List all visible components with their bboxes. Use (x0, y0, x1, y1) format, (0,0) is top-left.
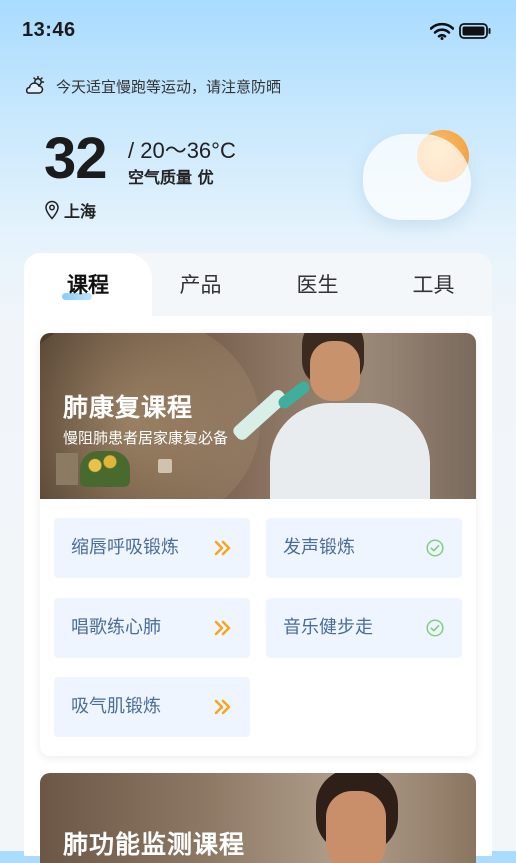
course-item-pursed-lip-breathing[interactable]: 缩唇呼吸锻炼 (54, 518, 250, 578)
tab-label: 产品 (179, 273, 222, 297)
course-item-vocal-exercise[interactable]: 发声锻炼 (266, 518, 462, 578)
course-card: 肺康复课程 慢阻肺患者居家康复必备 缩唇呼吸锻炼 发声锻炼 唱歌练心肺 音乐健步… (40, 333, 476, 756)
double-chevron-right-icon (214, 620, 231, 636)
course-item-label: 唱歌练心肺 (71, 617, 161, 638)
banner-wall-socket (158, 459, 172, 473)
cloud-sun-icon (25, 76, 45, 94)
tab-label: 工具 (412, 273, 455, 297)
location[interactable]: 上海 (44, 198, 96, 222)
tab-label: 课程 (67, 273, 109, 297)
location-name: 上海 (64, 202, 97, 221)
double-chevron-right-icon (214, 540, 231, 556)
weather-tip-text: 今天适宜慢跑等运动，请注意防晒 (56, 77, 282, 96)
course-item-label: 发声锻炼 (283, 537, 355, 558)
status-time: 13:46 (22, 19, 76, 41)
course-subtitle: 慢阻肺患者居家康复必备 (63, 429, 229, 447)
course-item-label: 缩唇呼吸锻炼 (71, 537, 179, 558)
battery-icon (459, 23, 491, 39)
location-pin-icon (45, 200, 59, 220)
course-title: 肺康复课程 (63, 393, 194, 422)
weather-illustration (355, 122, 480, 227)
course-banner[interactable]: 肺康复课程 慢阻肺患者居家康复必备 (40, 333, 476, 499)
current-temperature: 32 (44, 126, 108, 191)
banner-person-face (326, 791, 386, 863)
wifi-icon (430, 22, 454, 40)
banner-plant (80, 451, 130, 487)
weather-tip: 今天适宜慢跑等运动，请注意防晒 (24, 74, 281, 98)
temperature-range: / 20～36°C (128, 138, 236, 163)
tab-label: 医生 (296, 273, 339, 297)
check-circle-icon (426, 619, 444, 637)
course-item-music-walking[interactable]: 音乐健步走 (266, 598, 462, 658)
course-title: 肺功能监测课程 (63, 830, 246, 859)
cloud-icon (363, 134, 471, 220)
tab-doctors[interactable]: 医生 (259, 253, 376, 317)
course-item-singing[interactable]: 唱歌练心肺 (54, 598, 250, 658)
tab-courses[interactable]: 课程 (24, 253, 152, 317)
tab-bar: 课程 产品 医生 工具 (24, 253, 492, 317)
check-circle-icon (426, 539, 444, 557)
tab-products[interactable]: 产品 (142, 253, 259, 317)
tab-tools[interactable]: 工具 (375, 253, 492, 317)
banner-photo-frame (56, 453, 78, 485)
course-item-label: 音乐健步走 (283, 617, 373, 638)
course-card-lung-monitoring[interactable]: 肺功能监测课程 (40, 773, 476, 863)
status-bar: 13:46 (0, 0, 516, 62)
course-item-label: 吸气肌锻炼 (71, 696, 161, 717)
banner-person-face (310, 341, 360, 401)
course-item-inspiratory-muscle[interactable]: 吸气肌锻炼 (54, 677, 250, 737)
banner-person-shirt (270, 403, 430, 499)
air-quality: 空气质量 优 (128, 168, 214, 187)
double-chevron-right-icon (214, 699, 231, 715)
